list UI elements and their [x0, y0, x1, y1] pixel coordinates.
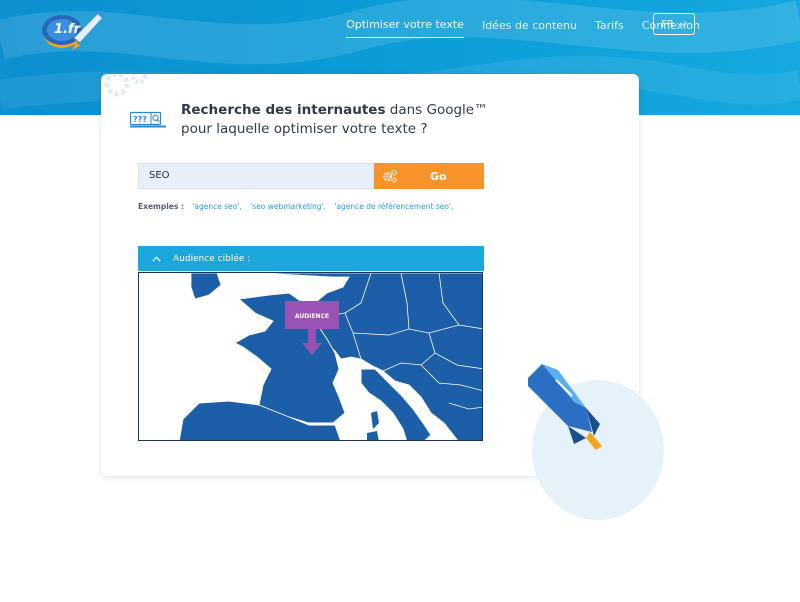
examples-label: Exemples : — [138, 202, 184, 211]
gears-decoration-icon — [104, 74, 147, 97]
title-rest: dans Google™ — [385, 102, 488, 118]
nav-idees-contenu[interactable]: Idées de contenu — [482, 19, 577, 38]
rocket-icon — [528, 364, 664, 520]
page-title: Recherche des internautes dans Google™ p… — [181, 101, 501, 139]
title-line2: pour laquelle optimiser votre texte ? — [181, 121, 428, 137]
audience-accordion-header[interactable]: Audience ciblée : — [138, 246, 484, 271]
go-button-label: Go — [430, 169, 447, 183]
keyword-search-icon: ??? — [130, 111, 166, 128]
logo-text: 1.fr — [54, 22, 81, 37]
chevron-up-icon — [152, 255, 161, 262]
nav-tarifs[interactable]: Tarifs — [595, 19, 624, 38]
go-button[interactable]: Go — [374, 163, 484, 189]
example-link[interactable]: 'agence de référencement seo', — [334, 202, 453, 211]
language-select[interactable]: FR — [653, 13, 695, 35]
gears-icon — [383, 169, 397, 183]
search-input[interactable]: SEO — [138, 163, 374, 189]
audience-marker-label: AUDIENCE — [295, 313, 329, 320]
site-logo[interactable]: 1.fr — [38, 8, 108, 56]
example-link[interactable]: 'agence seo', — [192, 202, 241, 211]
examples-row: Exemples : 'agence seo', 'seo webmarketi… — [138, 202, 453, 211]
keyword-icon-text: ??? — [133, 115, 147, 124]
nav-optimiser-texte[interactable]: Optimiser votre texte — [346, 18, 464, 38]
language-value: FR — [661, 18, 674, 30]
chevron-down-icon — [679, 21, 687, 27]
audience-label: Audience ciblée : — [173, 253, 251, 264]
europe-map[interactable]: AUDIENCE — [139, 273, 483, 441]
title-bold: Recherche des internautes — [181, 102, 386, 118]
search-input-value: SEO — [149, 170, 170, 181]
example-link[interactable]: 'seo webmarketing', — [250, 202, 326, 211]
audience-map[interactable]: AUDIENCE — [138, 272, 483, 441]
main-nav: Optimiser votre texte Idées de contenu T… — [346, 18, 700, 38]
